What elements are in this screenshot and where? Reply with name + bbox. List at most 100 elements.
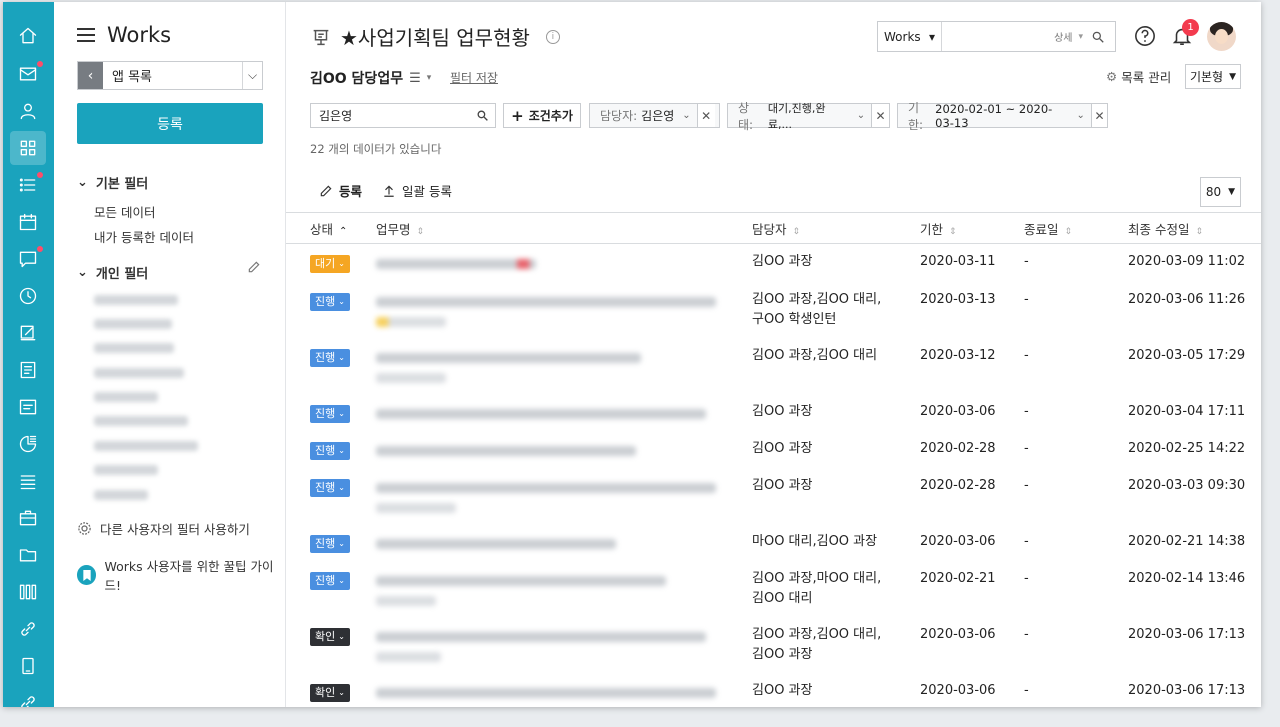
- contacts-icon[interactable]: [10, 94, 46, 128]
- col-end[interactable]: 종료일 ⇕: [1024, 212, 1128, 244]
- edit-filter-icon[interactable]: [247, 260, 261, 274]
- personal-filter-item[interactable]: [94, 490, 148, 500]
- table-row[interactable]: 대기 ⌄ 김OO 과장 2020-03-11 - 2020-03-09 11:02: [286, 244, 1261, 282]
- status-badge[interactable]: 확인 ⌄: [310, 683, 350, 702]
- mail-icon[interactable]: [10, 57, 46, 91]
- chart-icon[interactable]: [10, 427, 46, 461]
- search-scope-select[interactable]: Works ▾: [878, 22, 942, 51]
- guide-link[interactable]: Works 사용자를 위한 꿀팁 가이드!: [77, 556, 285, 594]
- filter-search-input[interactable]: 김은영: [310, 103, 496, 128]
- personal-filter-toggle[interactable]: ⌄ 개인 필터: [77, 263, 148, 282]
- close-icon[interactable]: ✕: [696, 104, 715, 127]
- col-name[interactable]: 업무명 ⇕: [376, 212, 752, 244]
- personal-filter-item[interactable]: [94, 295, 178, 305]
- clock-icon[interactable]: [10, 279, 46, 313]
- task-name-redacted[interactable]: [376, 408, 706, 419]
- link-icon[interactable]: [10, 612, 46, 646]
- calendar-icon[interactable]: [10, 205, 46, 239]
- table-row[interactable]: 확인 ⌄ 김OO 과장 2020-03-06 - 2020-03-06 17:13: [286, 673, 1261, 708]
- table-row[interactable]: 진행 ⌄ 마OO 대리,김OO 과장 2020-03-06 - 2020-02-21 14…: [286, 524, 1261, 561]
- edit-icon[interactable]: [10, 316, 46, 350]
- col-modified[interactable]: 최종 수정일 ⇕: [1128, 212, 1261, 244]
- table-row[interactable]: 진행 ⌄ 김OO 과장 2020-02-28 - 2020-02-25 14:22: [286, 431, 1261, 468]
- register-button[interactable]: 등록: [77, 103, 263, 144]
- filter-my-data[interactable]: 내가 등록한 데이터: [94, 227, 194, 246]
- search-detail-toggle[interactable]: 상세: [1054, 29, 1072, 44]
- other-user-filter-link[interactable]: 다른 사용자의 필터 사용하기: [77, 519, 250, 538]
- mobile-icon[interactable]: [10, 649, 46, 683]
- table-row[interactable]: 진행 ⌄ 김OO 과장,김OO 대리, 구OO 학생인턴 2020-03-13 - 2020…: [286, 282, 1261, 338]
- status-badge[interactable]: 대기 ⌄: [310, 255, 350, 273]
- basic-filter-toggle[interactable]: ⌄ 기본 필터: [77, 173, 148, 192]
- bulk-register-action[interactable]: 일괄 등록: [382, 181, 452, 200]
- status-badge[interactable]: 진행 ⌄: [310, 571, 350, 590]
- task-name-redacted[interactable]: [376, 445, 636, 456]
- task-name-redacted[interactable]: [376, 259, 536, 269]
- status-badge[interactable]: 진행 ⌄: [310, 534, 350, 553]
- task-name-redacted[interactable]: [376, 651, 441, 662]
- chevron-down-icon[interactable]: ⌵: [242, 62, 262, 89]
- task-name-redacted[interactable]: [376, 352, 641, 363]
- table-row[interactable]: 진행 ⌄ 김OO 과장 2020-03-06 - 2020-03-04 17:11: [286, 394, 1261, 431]
- add-condition-button[interactable]: + 조건추가: [503, 103, 581, 128]
- task-name-redacted[interactable]: [376, 538, 616, 549]
- page-size-select[interactable]: 80 ▼: [1200, 177, 1241, 207]
- personal-filter-item[interactable]: [94, 416, 188, 426]
- col-status[interactable]: 상태 ⌃: [286, 212, 376, 244]
- global-search[interactable]: Works ▾ 상세 ▾: [877, 21, 1116, 52]
- status-badge[interactable]: 진행 ⌄: [310, 348, 350, 367]
- close-icon[interactable]: ✕: [871, 104, 889, 127]
- search-icon[interactable]: [1091, 30, 1105, 44]
- task-name-redacted[interactable]: [376, 372, 446, 383]
- register-action[interactable]: 등록: [319, 181, 362, 200]
- due-filter-chip[interactable]: 기한: 2020-02-01 ~ 2020-03-13 ⌄ ✕: [897, 101, 1108, 132]
- personal-filter-item[interactable]: [94, 319, 172, 329]
- task-name-redacted[interactable]: [376, 296, 716, 307]
- back-chevron-icon[interactable]: ‹: [78, 62, 103, 89]
- col-due[interactable]: 기한 ⇕: [920, 212, 1024, 244]
- col-owner[interactable]: 담당자 ⇕: [752, 212, 920, 244]
- home-icon[interactable]: [10, 19, 46, 53]
- task-name-redacted[interactable]: [376, 502, 456, 513]
- app-list-select[interactable]: ‹ 앱 목록 ⌵: [77, 61, 263, 90]
- close-icon[interactable]: ✕: [1090, 104, 1107, 127]
- personal-filter-item[interactable]: [94, 392, 158, 402]
- personal-filter-item[interactable]: [94, 441, 198, 451]
- status-filter-chip[interactable]: 상태: 대기,진행,완료,... ⌄ ✕: [727, 101, 890, 132]
- link2-icon[interactable]: [10, 686, 46, 707]
- table-row[interactable]: 진행 ⌄ 김OO 과장,김OO 대리 2020-03-12 - 2020-03-05 17…: [286, 338, 1261, 394]
- status-badge[interactable]: 진행 ⌄: [310, 404, 350, 423]
- status-badge[interactable]: 확인 ⌄: [310, 627, 350, 646]
- list-icon[interactable]: [10, 168, 46, 202]
- board-icon[interactable]: [10, 353, 46, 387]
- personal-filter-item[interactable]: [94, 368, 184, 378]
- apps-icon[interactable]: [10, 131, 46, 165]
- help-icon[interactable]: [1134, 25, 1156, 47]
- search-icon[interactable]: [476, 109, 489, 122]
- filter-all-data[interactable]: 모든 데이터: [94, 202, 155, 221]
- status-badge[interactable]: 진행 ⌄: [310, 478, 350, 497]
- folder-icon[interactable]: [10, 538, 46, 572]
- avatar[interactable]: [1207, 22, 1236, 51]
- table-row[interactable]: 진행 ⌄ 김OO 과장,마OO 대리, 김OO 대리 2020-02-21 - 2020-0…: [286, 561, 1261, 617]
- task-name-redacted[interactable]: [376, 595, 436, 606]
- columns-icon[interactable]: [10, 575, 46, 609]
- info-icon[interactable]: i: [545, 29, 560, 44]
- view-name-select[interactable]: 김OO 담당업무 ☰ ▾: [310, 68, 431, 88]
- task-name-redacted[interactable]: [376, 482, 716, 493]
- status-badge[interactable]: 진행 ⌄: [310, 292, 350, 311]
- task-name-redacted[interactable]: [376, 631, 706, 642]
- hamburger-icon[interactable]: [77, 28, 95, 42]
- personal-filter-item[interactable]: [94, 343, 174, 353]
- list-manage-button[interactable]: ⚙ 목록 관리: [1106, 67, 1171, 86]
- status-badge[interactable]: 진행 ⌄: [310, 441, 350, 460]
- table-row[interactable]: 확인 ⌄ 김OO 과장,김OO 대리, 김OO 과장 2020-03-06 - 2020-0…: [286, 617, 1261, 673]
- briefcase-icon[interactable]: [10, 501, 46, 535]
- chat-icon[interactable]: [10, 242, 46, 276]
- task-name-redacted[interactable]: [376, 575, 666, 586]
- task-name-redacted[interactable]: [376, 316, 446, 327]
- owner-filter-chip[interactable]: 담당자: 김은영 ⌄ ✕: [589, 103, 720, 128]
- table-row[interactable]: 진행 ⌄ 김OO 과장 2020-02-28 - 2020-03-03 09:30: [286, 468, 1261, 524]
- filter-save-link[interactable]: 필터 저장: [450, 69, 498, 86]
- view-type-select[interactable]: 기본형 ▼: [1185, 64, 1241, 89]
